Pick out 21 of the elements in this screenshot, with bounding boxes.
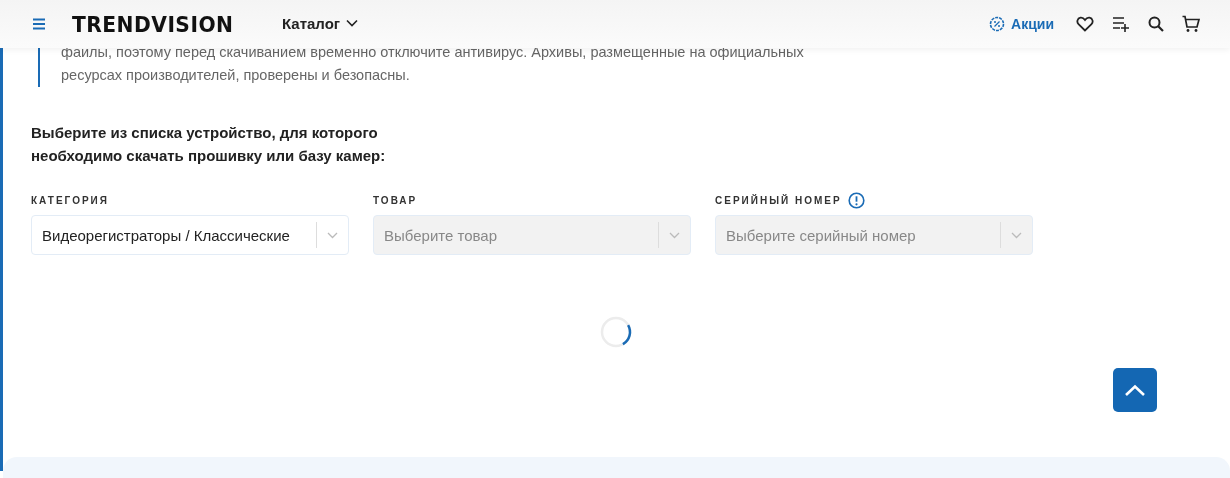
select-field[interactable]: Видеорегистраторы / Классические	[31, 215, 349, 255]
chevron-icon	[327, 231, 338, 239]
field-label: ТОВАР	[373, 194, 418, 206]
instruction-text: Выберите из списка устройство, для которого необходимо скачать прошивку или базу камер:	[31, 123, 387, 166]
chevron-icon	[669, 231, 680, 239]
logo[interactable]: TRENDVISION	[72, 11, 244, 37]
cart-icon[interactable]	[1182, 15, 1200, 33]
list-add-icon[interactable]	[1112, 16, 1130, 32]
catalog-menu[interactable]: Каталог	[282, 14, 359, 34]
search-icon[interactable]	[1148, 16, 1164, 32]
heart-icon[interactable]	[1076, 16, 1094, 32]
scroll-top-button[interactable]	[1113, 368, 1157, 412]
chevron-icon	[1011, 231, 1022, 239]
chevron-up-icon	[1124, 383, 1146, 397]
field-label: КАТЕГОРИЯ	[31, 194, 109, 206]
chevron-icon	[346, 19, 359, 27]
menu-icon[interactable]	[32, 18, 46, 30]
notice-text: ресурсах производителей, проверены и безопасны.	[61, 66, 411, 85]
promo-link[interactable]: Акции	[989, 16, 1054, 32]
discount-icon	[989, 16, 1006, 32]
field-label: СЕРИЙНЫЙ НОМЕР	[715, 194, 842, 206]
